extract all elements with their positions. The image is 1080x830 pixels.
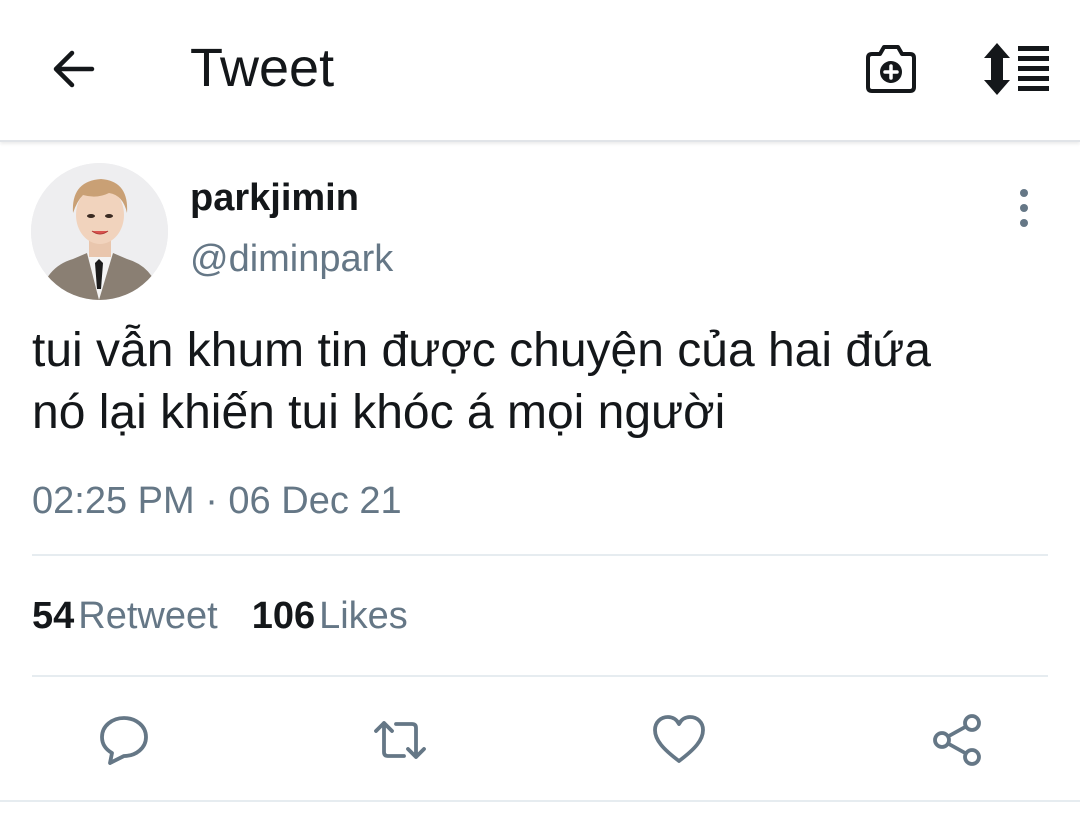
retweet-button[interactable] — [372, 712, 428, 768]
tweet-timestamp: 02:25 PM · 06 Dec 21 — [32, 480, 402, 522]
retweets-label: Retweet — [78, 595, 218, 637]
tweet-stats: 54 Retweet 106 Likes — [32, 593, 408, 639]
profile-photo — [31, 163, 168, 300]
sort-button[interactable] — [982, 40, 1052, 98]
tweet-text-line: nó lại khiến tui khóc á mọi người — [32, 386, 726, 439]
likes-count: 106 — [251, 595, 316, 637]
heart-icon — [653, 715, 705, 763]
sort-list-icon — [984, 43, 1049, 95]
arrow-left-icon — [53, 50, 95, 88]
camera-button[interactable] — [862, 40, 920, 98]
page-title: Tweet — [190, 38, 335, 98]
share-icon — [933, 714, 981, 766]
likes-label: Likes — [319, 595, 408, 637]
tweet-text: tui vẫn khum tin được chuyện của hai đứa… — [32, 320, 1042, 444]
reply-icon — [100, 716, 148, 765]
retweet-icon — [374, 721, 426, 759]
camera-plus-icon — [866, 45, 916, 93]
display-name[interactable]: parkjimin — [190, 175, 359, 221]
likes-stat[interactable]: 106 Likes — [252, 593, 408, 639]
user-handle[interactable]: @diminpark — [190, 236, 393, 282]
avatar[interactable] — [31, 163, 168, 300]
share-button[interactable] — [930, 712, 986, 768]
retweets-stat[interactable]: 54 Retweet — [32, 593, 218, 639]
retweets-count: 54 — [32, 595, 75, 637]
more-vertical-icon — [1020, 189, 1028, 227]
like-button[interactable] — [651, 712, 707, 768]
divider — [32, 554, 1048, 556]
back-button[interactable] — [48, 44, 98, 94]
divider — [0, 800, 1080, 802]
reply-button[interactable] — [96, 712, 152, 768]
tweet-text-line: tui vẫn khum tin được chuyện của hai đứa — [32, 324, 931, 377]
top-app-bar: Tweet — [0, 0, 1080, 142]
more-options-button[interactable] — [1006, 185, 1042, 231]
divider — [32, 675, 1048, 677]
